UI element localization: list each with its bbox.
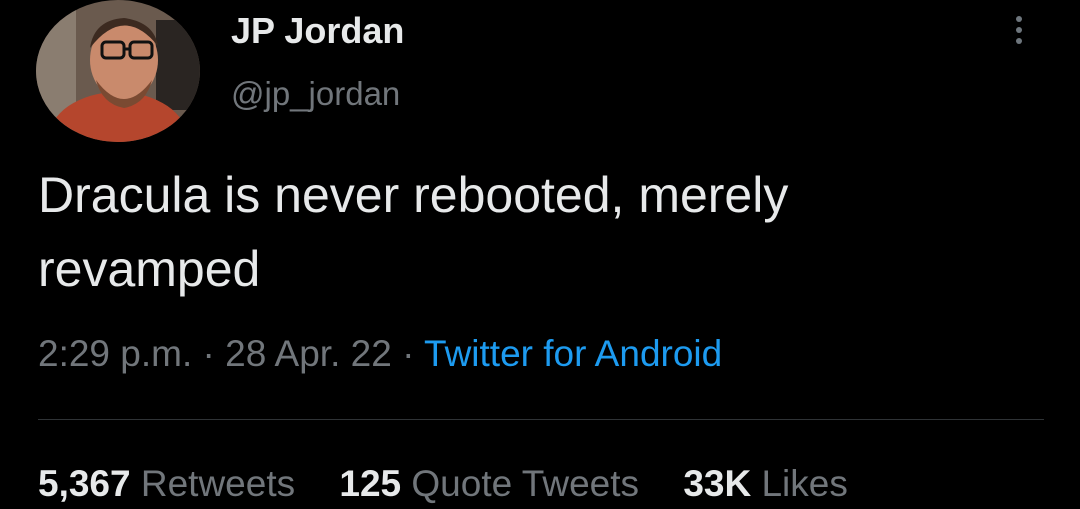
more-vertical-icon [1016,16,1022,22]
divider [38,419,1044,420]
meta-separator: · [192,333,226,374]
tweet-stats: 5,367 Retweets 125 Quote Tweets 33K Like… [38,463,848,505]
retweets-stat[interactable]: 5,367 Retweets [38,463,295,504]
tweet-text: Dracula is never rebooted, merely revamp… [38,167,789,297]
meta-separator: · [391,333,425,374]
quote-tweets-count: 125 [339,463,402,504]
retweets-count: 5,367 [38,463,131,504]
avatar-photo [36,0,200,142]
more-vertical-icon-dot [1016,27,1022,33]
likes-count: 33K [683,463,752,504]
likes-label: Likes [761,463,848,504]
tweet-time[interactable]: 2:29 p.m. [38,333,192,374]
more-options-button[interactable] [1006,8,1032,52]
quote-tweets-label: Quote Tweets [411,463,640,504]
more-vertical-icon-dot [1016,38,1022,44]
tweet-date[interactable]: 28 Apr. 22 [225,333,392,374]
author-handle[interactable]: @jp_jordan [231,75,400,113]
tweet-source-link[interactable]: Twitter for Android [424,333,722,374]
quote-tweets-stat[interactable]: 125 Quote Tweets [339,463,639,504]
retweets-label: Retweets [140,463,296,504]
author-name[interactable]: JP Jordan [231,10,404,52]
tweet-meta: 2:29 p.m. · 28 Apr. 22 · Twitter for And… [38,333,722,375]
likes-stat[interactable]: 33K Likes [683,463,848,504]
avatar[interactable] [36,0,200,142]
